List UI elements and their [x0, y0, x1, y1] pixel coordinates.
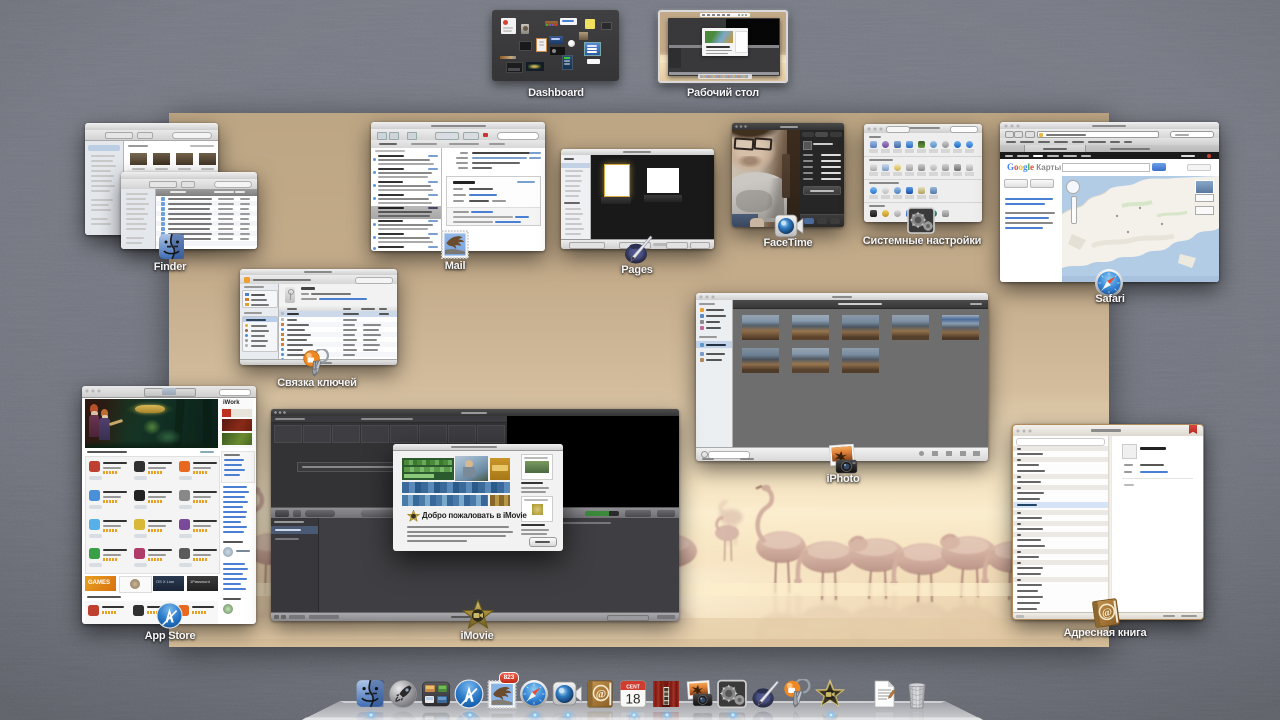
svg-text:@: @ — [596, 688, 606, 700]
svg-text:@: @ — [1101, 606, 1113, 619]
svg-text:CENT: CENT — [626, 685, 640, 691]
svg-text:18: 18 — [625, 692, 640, 707]
